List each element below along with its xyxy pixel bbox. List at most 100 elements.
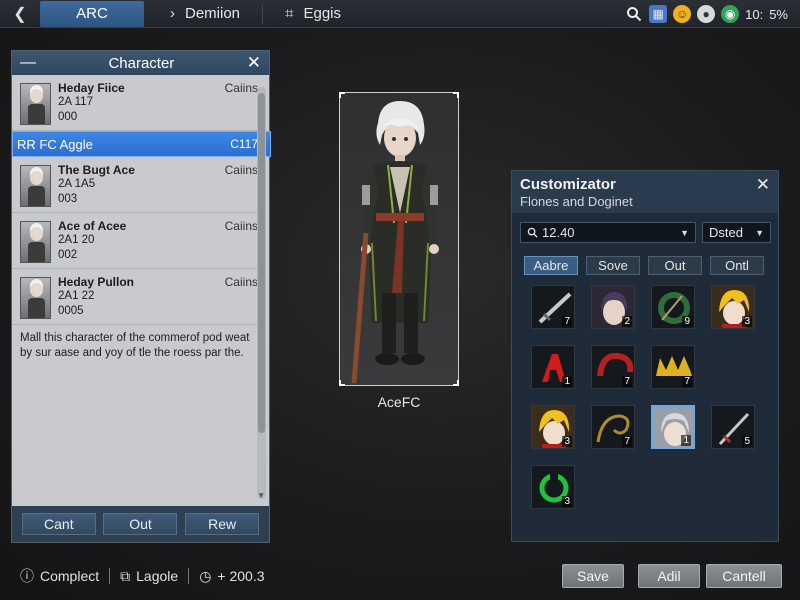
emoji-icon[interactable]: ☺ <box>673 5 692 23</box>
tab-demiion[interactable]: › Demiion <box>158 1 252 27</box>
wifi-icon[interactable]: ◉ <box>721 5 740 23</box>
panel-header: — Character ✕ <box>12 51 269 75</box>
divider <box>109 568 111 584</box>
character-figure <box>351 101 439 384</box>
item-name: Heday Fiice <box>58 81 125 95</box>
item-tag: Caiins <box>224 81 258 95</box>
chevron-down-icon: ▼ <box>755 227 764 238</box>
list-item[interactable]: Heday Pullon 2A1 22 0005 Caiins <box>12 269 258 325</box>
save-button[interactable]: Save <box>562 564 624 588</box>
cancel-button[interactable]: Cantell <box>706 564 782 588</box>
clock: 10: <box>745 6 764 22</box>
sort-select[interactable]: Dsted ▼ <box>702 222 771 243</box>
tab-out[interactable]: Out <box>648 256 702 275</box>
clock-icon: ◷ <box>199 567 212 584</box>
tab-label: ARC <box>76 5 108 22</box>
character-panel: — Character ✕ Heday Fiice 2A 117 000 Cai… <box>11 50 271 543</box>
grid-slot[interactable]: 7 <box>651 345 695 389</box>
grid-slot[interactable]: 3 <box>711 285 755 329</box>
scrollbar-thumb[interactable] <box>258 93 265 433</box>
panel-header: Customizator Flones and Doginet ✕ <box>512 171 778 213</box>
list-item-selected[interactable]: RR FC Aggle C117 <box>12 131 271 157</box>
close-icon[interactable]: ✕ <box>247 53 261 73</box>
item-grid: 7 2 9 3 1 7 7 3 7 1 5 3 <box>531 285 771 515</box>
grid-slot[interactable]: 7 <box>531 285 575 329</box>
item-meta: 2A 117 <box>58 96 93 108</box>
item-count: 7 <box>682 376 692 387</box>
grid-slot[interactable]: 5 <box>711 405 755 449</box>
panel-title: Customizator <box>520 176 616 193</box>
cant-button[interactable]: Cant <box>21 513 96 535</box>
tab-eggis[interactable]: ⌗ Eggis <box>273 1 353 27</box>
item-name: Ace of Acee <box>58 219 127 233</box>
character-preview[interactable] <box>339 92 459 386</box>
rew-button[interactable]: Rew <box>185 513 260 535</box>
grid-slot[interactable]: 7 <box>591 345 635 389</box>
search-field[interactable]: ▼ <box>520 222 696 243</box>
tab-ontl[interactable]: Ontl <box>710 256 764 275</box>
apple-icon[interactable]: ● <box>697 5 716 23</box>
list-item[interactable]: The Bugt Ace 2A 1A5 003 Caiins <box>12 157 258 213</box>
panel-footer: Cant Out Rew <box>12 506 269 542</box>
grid-slot[interactable]: 7 <box>591 405 635 449</box>
item-tag: Caiins <box>224 219 258 233</box>
tab-arc[interactable]: ARC <box>40 0 144 27</box>
tab-aabre[interactable]: Aabre <box>524 256 578 275</box>
search-icon[interactable] <box>625 5 643 23</box>
list-item[interactable]: Heday Fiice 2A 117 000 Caiins <box>12 75 258 131</box>
item-meta: 2A1 20 <box>58 234 95 246</box>
scrollbar[interactable] <box>257 87 266 499</box>
item-meta: 002 <box>58 249 78 261</box>
item-count: 3 <box>562 496 572 507</box>
item-meta: 000 <box>58 111 78 123</box>
bottom-actions: Save Adil Cantell <box>562 564 782 588</box>
item-count: 2 <box>622 316 632 327</box>
panel-subtitle: Flones and Doginet <box>520 194 633 209</box>
item-count: 7 <box>622 436 632 447</box>
item-meta: 2A 1A5 <box>58 178 96 190</box>
grid-slot[interactable]: 9 <box>651 285 695 329</box>
item-name: RR FC Aggle <box>17 137 93 152</box>
close-icon[interactable]: ✕ <box>756 175 770 195</box>
item-count: 7 <box>562 316 572 327</box>
status-bar: ⓘ Complect ⧉ Lagole ◷ + 200.3 <box>20 567 265 585</box>
tab-label: Demiion <box>185 5 241 22</box>
add-button[interactable]: Adil <box>638 564 700 588</box>
character-list: Heday Fiice 2A 117 000 Caiins RR FC Aggl… <box>12 75 271 508</box>
tab-label: Eggis <box>303 5 342 22</box>
item-meta: 0005 <box>58 305 84 317</box>
item-tag: Caiins <box>224 163 258 177</box>
status-tray: ▦ ☺ ● ◉ 10: 5% <box>625 0 788 28</box>
avatar <box>20 83 51 125</box>
chevron-right-icon: › <box>170 5 175 22</box>
frame-corner <box>453 92 459 98</box>
grid-slot[interactable]: 3 <box>531 405 575 449</box>
chevron-down-icon[interactable]: ▼ <box>680 228 689 238</box>
item-count: 5 <box>742 436 752 447</box>
item-name: The Bugt Ace <box>58 163 135 177</box>
out-button[interactable]: Out <box>103 513 178 535</box>
grid-slot[interactable]: 3 <box>531 465 575 509</box>
store-icon[interactable]: ▦ <box>649 5 668 23</box>
tab-sove[interactable]: Sove <box>586 256 640 275</box>
item-count: 9 <box>682 316 692 327</box>
minimize-icon[interactable]: — <box>20 54 36 72</box>
list-item[interactable]: Ace of Acee 2A1 20 002 Caiins <box>12 213 258 269</box>
item-count: 1 <box>681 435 691 446</box>
grid-slot[interactable]: 2 <box>591 285 635 329</box>
status-complete: Complect <box>40 568 100 584</box>
panel-title: Character <box>108 54 175 72</box>
item-count: 3 <box>742 316 752 327</box>
divider <box>188 568 190 584</box>
item-count: 7 <box>622 376 632 387</box>
status-value: + 200.3 <box>217 568 265 584</box>
chevron-left-icon[interactable]: ❮ <box>0 0 40 28</box>
grid-slot-selected[interactable]: 1 <box>651 405 695 449</box>
search-input[interactable] <box>542 225 681 240</box>
item-name: Heday Pullon <box>58 275 135 289</box>
avatar <box>20 277 51 319</box>
grid-icon: ⌗ <box>285 5 294 22</box>
item-tag: Caiins <box>224 275 258 289</box>
scroll-down-icon[interactable]: ▼ <box>257 491 265 500</box>
grid-slot[interactable]: 1 <box>531 345 575 389</box>
